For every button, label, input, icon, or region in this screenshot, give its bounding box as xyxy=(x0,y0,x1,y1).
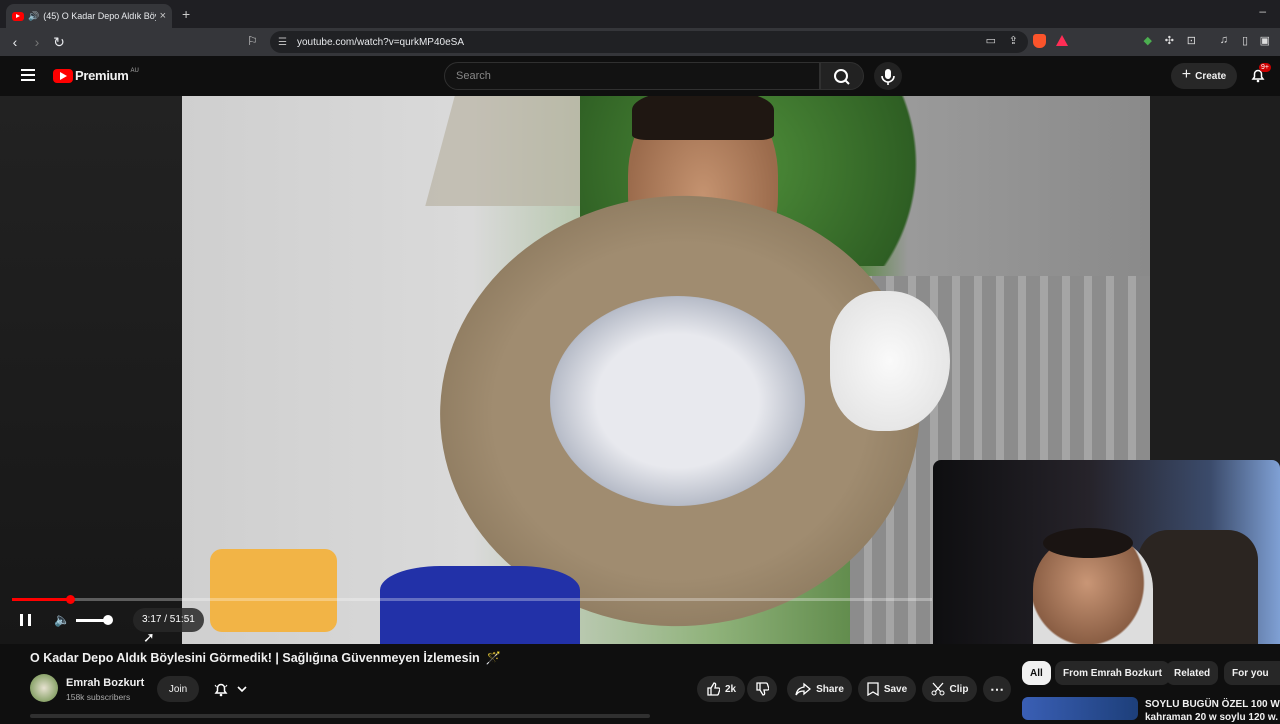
menu-hamburger-icon[interactable] xyxy=(21,69,35,81)
webcam-gaming-chair xyxy=(1138,530,1258,644)
browser-tab-active[interactable]: 🔊 (45) O Kadar Depo Aldık Böyl × xyxy=(6,4,172,28)
logo-country-code: AU xyxy=(130,67,139,74)
extensions-puzzle-icon[interactable]: ✣ xyxy=(1165,34,1174,47)
chevron-down-icon xyxy=(237,686,247,693)
youtube-premium-logo[interactable]: Premium AU xyxy=(53,68,139,83)
youtube-favicon-icon xyxy=(12,11,24,21)
scissors-icon xyxy=(931,682,945,696)
browser-tab-strip: 🔊 (45) O Kadar Depo Aldık Böyl × + – xyxy=(0,0,1280,28)
sidebar-toggle-icon[interactable]: ▯ xyxy=(1242,34,1248,47)
like-button[interactable]: 2k xyxy=(697,676,745,702)
join-button[interactable]: Join xyxy=(157,676,199,702)
progress-scrubber-handle[interactable] xyxy=(65,595,75,604)
volume-speaker-icon[interactable]: 🔈 xyxy=(54,612,70,628)
mouse-cursor-icon: ➚ xyxy=(143,629,155,645)
description-scroll-indicator xyxy=(30,714,650,718)
reload-icon[interactable]: ↻ xyxy=(48,34,70,51)
tab-title: (45) O Kadar Depo Aldık Böyl xyxy=(43,11,156,21)
video-scene-bag xyxy=(380,566,580,644)
create-label: Create xyxy=(1195,70,1227,82)
save-label: Save xyxy=(883,683,908,695)
subscriber-count: 158k subscribers xyxy=(66,692,131,702)
search-icon xyxy=(834,69,850,85)
media-controls-icon[interactable]: ♫ xyxy=(1220,34,1228,46)
volume-slider-handle[interactable] xyxy=(103,615,113,625)
streamer-webcam-overlay xyxy=(933,460,1280,644)
more-actions-button[interactable]: ⋯ xyxy=(983,676,1011,702)
chip-from-channel[interactable]: From Emrah Bozkurt xyxy=(1055,661,1170,685)
back-arrow-icon[interactable]: ‹ xyxy=(4,34,26,50)
thumbs-down-icon xyxy=(756,682,769,696)
magic-wand-emoji-icon: 🪄 xyxy=(485,651,502,665)
progress-played xyxy=(12,598,70,601)
clip-button[interactable]: Clip xyxy=(922,676,977,702)
browser-toolbar: ‹ › ↻ ⚐ ☰ youtube.com/watch?v=qurkMP40eS… xyxy=(0,28,1280,56)
video-scene-hat-crown xyxy=(550,296,805,506)
channel-avatar[interactable] xyxy=(30,674,58,702)
chip-related[interactable]: Related xyxy=(1166,661,1219,685)
more-horizontal-icon: ⋯ xyxy=(990,680,1004,697)
minimize-window-button[interactable]: – xyxy=(1259,4,1266,18)
voice-search-button[interactable] xyxy=(874,62,902,90)
screenshot-icon[interactable]: ⊡ xyxy=(1187,34,1196,47)
tab-close-icon[interactable]: × xyxy=(160,10,166,22)
video-scene-glove xyxy=(830,291,950,431)
save-bookmark-icon xyxy=(867,682,879,696)
bookmark-icon[interactable]: ⚐ xyxy=(247,34,258,48)
dislike-button[interactable] xyxy=(747,676,777,702)
new-tab-button[interactable]: + xyxy=(182,6,190,22)
clip-label: Clip xyxy=(949,683,969,695)
cast-icon[interactable]: ▭ xyxy=(986,34,996,47)
extension-green-icon[interactable]: ◆ xyxy=(1144,34,1152,47)
save-button[interactable]: Save xyxy=(858,676,916,702)
progress-bar[interactable] xyxy=(12,595,932,604)
logo-wordmark: Premium xyxy=(75,68,129,83)
share-arrow-icon xyxy=(795,682,812,696)
share-page-icon[interactable]: ⇪ xyxy=(1009,34,1018,47)
player-letterbox-left xyxy=(0,96,182,644)
wallet-icon[interactable]: ▣ xyxy=(1260,34,1270,47)
video-player[interactable]: 🔈 3:17 / 51:51 xyxy=(0,96,1280,644)
recommended-title-line-1: SOYLU BUGÜN ÖZEL 100 W xyxy=(1145,699,1280,710)
url-text: youtube.com/watch?v=qurkMP40eSA xyxy=(296,36,465,48)
site-settings-icon[interactable]: ☰ xyxy=(278,37,287,48)
subscription-bell-button[interactable] xyxy=(205,676,255,702)
recommended-video-thumbnail[interactable] xyxy=(1022,697,1138,720)
audio-playing-icon[interactable]: 🔊 xyxy=(28,11,39,22)
share-label: Share xyxy=(816,683,844,695)
chip-all[interactable]: All xyxy=(1022,661,1051,685)
brave-shields-icon[interactable] xyxy=(1033,34,1046,48)
pause-icon[interactable] xyxy=(20,614,31,626)
channel-name[interactable]: Emrah Bozkurt xyxy=(66,677,144,689)
brave-rewards-icon[interactable] xyxy=(1056,35,1068,46)
video-title-text: O Kadar Depo Aldık Böylesini Görmedik! |… xyxy=(30,651,480,665)
search-button[interactable] xyxy=(820,62,864,90)
forward-arrow-icon[interactable]: › xyxy=(26,34,48,50)
subscription-bell-icon xyxy=(214,683,228,697)
recommended-video-title[interactable]: SOYLU BUGÜN ÖZEL 100 W kahraman 20 w soy… xyxy=(1145,698,1280,724)
youtube-header: Premium AU Search + Create 9+ xyxy=(0,56,1280,96)
youtube-play-logo-icon xyxy=(53,68,73,83)
webcam-person-hair xyxy=(1043,528,1133,558)
notifications-count-badge: 9+ xyxy=(1259,63,1271,72)
search-input[interactable]: Search xyxy=(444,62,820,90)
recommended-title-line-2: kahraman 20 w soylu 120 w. 5 xyxy=(1145,712,1280,723)
share-button[interactable]: Share xyxy=(787,676,852,702)
microphone-icon xyxy=(881,69,895,85)
redaction-block xyxy=(210,549,337,632)
video-title: O Kadar Depo Aldık Böylesini Görmedik! |… xyxy=(30,651,501,666)
thumbs-up-icon xyxy=(707,682,720,696)
plus-icon: + xyxy=(1181,66,1192,83)
address-bar[interactable]: ☰ youtube.com/watch?v=qurkMP40eSA xyxy=(270,31,1028,53)
create-button[interactable]: + Create xyxy=(1171,63,1237,89)
video-scene-hair xyxy=(632,96,774,140)
like-count: 2k xyxy=(724,683,737,695)
chip-for-you[interactable]: For you xyxy=(1224,661,1280,685)
